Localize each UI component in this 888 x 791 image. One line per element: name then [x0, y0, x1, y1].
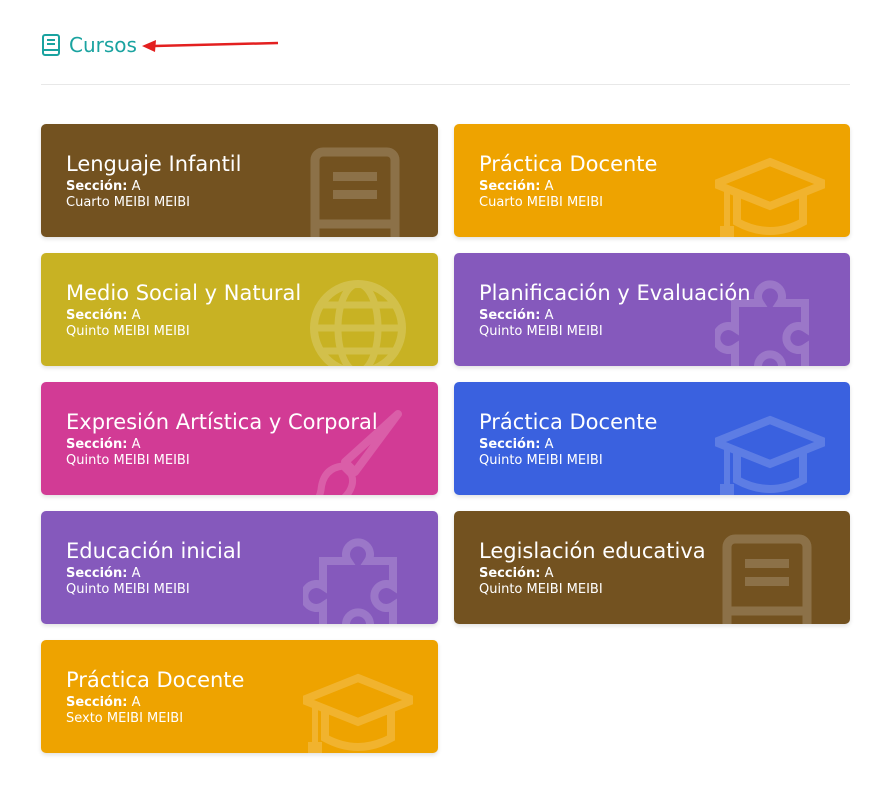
course-name: Educación inicial	[66, 539, 242, 563]
graduation-cap-icon	[715, 415, 825, 495]
globe-icon	[310, 280, 406, 366]
course-grade: Quinto MEIBI MEIBI	[66, 324, 190, 339]
course-section: Sección: A	[479, 437, 554, 452]
page-header: Cursos	[41, 31, 137, 59]
course-section: Sección: A	[66, 695, 141, 710]
course-card[interactable]: Planificación y Evaluación Sección: A Qu…	[454, 253, 850, 366]
course-section: Sección: A	[66, 179, 141, 194]
course-grade: Quinto MEIBI MEIBI	[66, 453, 190, 468]
course-card[interactable]: Práctica Docente Sección: A Quinto MEIBI…	[454, 382, 850, 495]
graduation-cap-icon	[303, 673, 413, 753]
course-section: Sección: A	[479, 308, 554, 323]
course-grid: Lenguaje Infantil Sección: A Cuarto MEIB…	[41, 124, 850, 753]
course-grade: Quinto MEIBI MEIBI	[479, 324, 603, 339]
course-card[interactable]: Práctica Docente Sección: A Cuarto MEIBI…	[454, 124, 850, 237]
course-section: Sección: A	[66, 308, 141, 323]
course-section: Sección: A	[66, 437, 141, 452]
book-icon	[42, 34, 60, 56]
course-card[interactable]: Educación inicial Sección: A Quinto MEIB…	[41, 511, 438, 624]
course-grade: Quinto MEIBI MEIBI	[479, 453, 603, 468]
course-card[interactable]: Legislación educativa Sección: A Quinto …	[454, 511, 850, 624]
course-card[interactable]: Medio Social y Natural Sección: A Quinto…	[41, 253, 438, 366]
course-grade: Quinto MEIBI MEIBI	[479, 582, 603, 597]
course-section: Sección: A	[479, 179, 554, 194]
course-name: Práctica Docente	[479, 152, 658, 176]
course-name: Práctica Docente	[66, 668, 245, 692]
course-grade: Cuarto MEIBI MEIBI	[66, 195, 190, 210]
course-name: Práctica Docente	[479, 410, 658, 434]
page-title: Cursos	[69, 33, 137, 57]
course-name: Legislación educativa	[479, 539, 706, 563]
annotation-arrow	[142, 40, 279, 52]
graduation-cap-icon	[715, 157, 825, 237]
course-card[interactable]: Lenguaje Infantil Sección: A Cuarto MEIB…	[41, 124, 438, 237]
course-card[interactable]: Práctica Docente Sección: A Sexto MEIBI …	[41, 640, 438, 753]
course-name: Expresión Artística y Corporal	[66, 410, 378, 434]
course-card[interactable]: Expresión Artística y Corporal Sección: …	[41, 382, 438, 495]
book-icon	[722, 534, 812, 624]
course-section: Sección: A	[66, 566, 141, 581]
course-section: Sección: A	[479, 566, 554, 581]
course-name: Planificación y Evaluación	[479, 281, 751, 305]
header-divider	[41, 84, 850, 85]
book-icon	[310, 147, 400, 237]
course-name: Lenguaje Infantil	[66, 152, 242, 176]
puzzle-icon	[303, 538, 397, 624]
course-name: Medio Social y Natural	[66, 281, 302, 305]
course-grade: Quinto MEIBI MEIBI	[66, 582, 190, 597]
course-grade: Sexto MEIBI MEIBI	[66, 711, 184, 726]
course-grade: Cuarto MEIBI MEIBI	[479, 195, 603, 210]
